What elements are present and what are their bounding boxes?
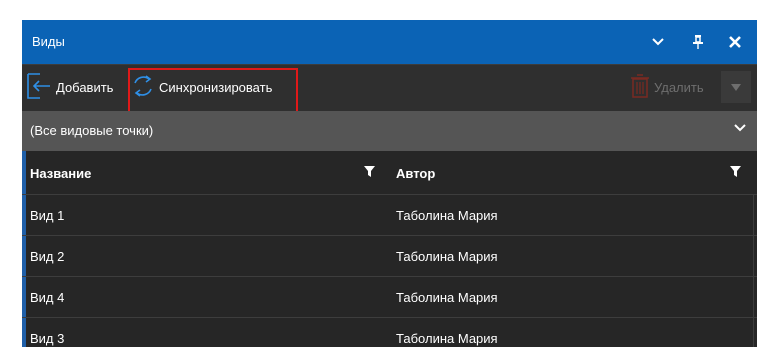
panel-title: Виды [32,34,65,49]
more-options-button[interactable] [721,71,751,103]
sync-button[interactable]: Синхронизировать [131,71,272,103]
filter-icon[interactable] [364,165,375,180]
triangle-down-icon [731,80,741,95]
table-row[interactable]: Вид 1 Таболина Мария [22,195,757,236]
toolbar: Добавить Синхронизировать Удалить [22,64,757,114]
chevron-down-icon[interactable] [642,26,674,58]
column-header-author[interactable]: Автор [396,166,435,181]
table-header: Название Автор [22,151,757,195]
scrollbar-track[interactable] [753,195,754,347]
close-icon[interactable] [719,26,751,58]
cell-view-name: Вид 3 [30,331,65,346]
views-panel: Виды Добавить Синхронизировать Удалить (… [22,20,757,347]
filter-selected-value: (Все видовые точки) [30,123,154,138]
add-label: Добавить [56,79,114,95]
pin-icon[interactable] [682,26,714,58]
add-button[interactable]: Добавить [26,71,113,103]
chevron-down-icon [733,121,747,136]
viewpoints-filter-dropdown[interactable]: (Все видовые точки) [22,111,757,151]
sync-icon [131,73,155,102]
table-row[interactable]: Вид 3 Таболина Мария [22,318,757,347]
cell-author: Таболина Мария [396,249,498,264]
add-icon [26,72,52,103]
delete-label: Удалить [654,79,704,95]
cell-author: Таболина Мария [396,331,498,346]
cell-view-name: Вид 2 [30,249,65,264]
filter-icon[interactable] [730,165,741,180]
table-row[interactable]: Вид 2 Таболина Мария [22,236,757,277]
views-table: Название Автор Вид 1 Таболина Мария Вид … [22,151,757,347]
table-row[interactable]: Вид 4 Таболина Мария [22,277,757,318]
cell-author: Таболина Мария [396,208,498,223]
cell-view-name: Вид 1 [30,208,65,223]
sync-label: Синхронизировать [159,79,273,95]
column-header-name[interactable]: Название [30,166,91,181]
panel-titlebar: Виды [22,20,757,64]
cell-view-name: Вид 4 [30,290,65,305]
trash-icon [630,73,650,102]
delete-button[interactable]: Удалить [630,71,704,103]
cell-author: Таболина Мария [396,290,498,305]
